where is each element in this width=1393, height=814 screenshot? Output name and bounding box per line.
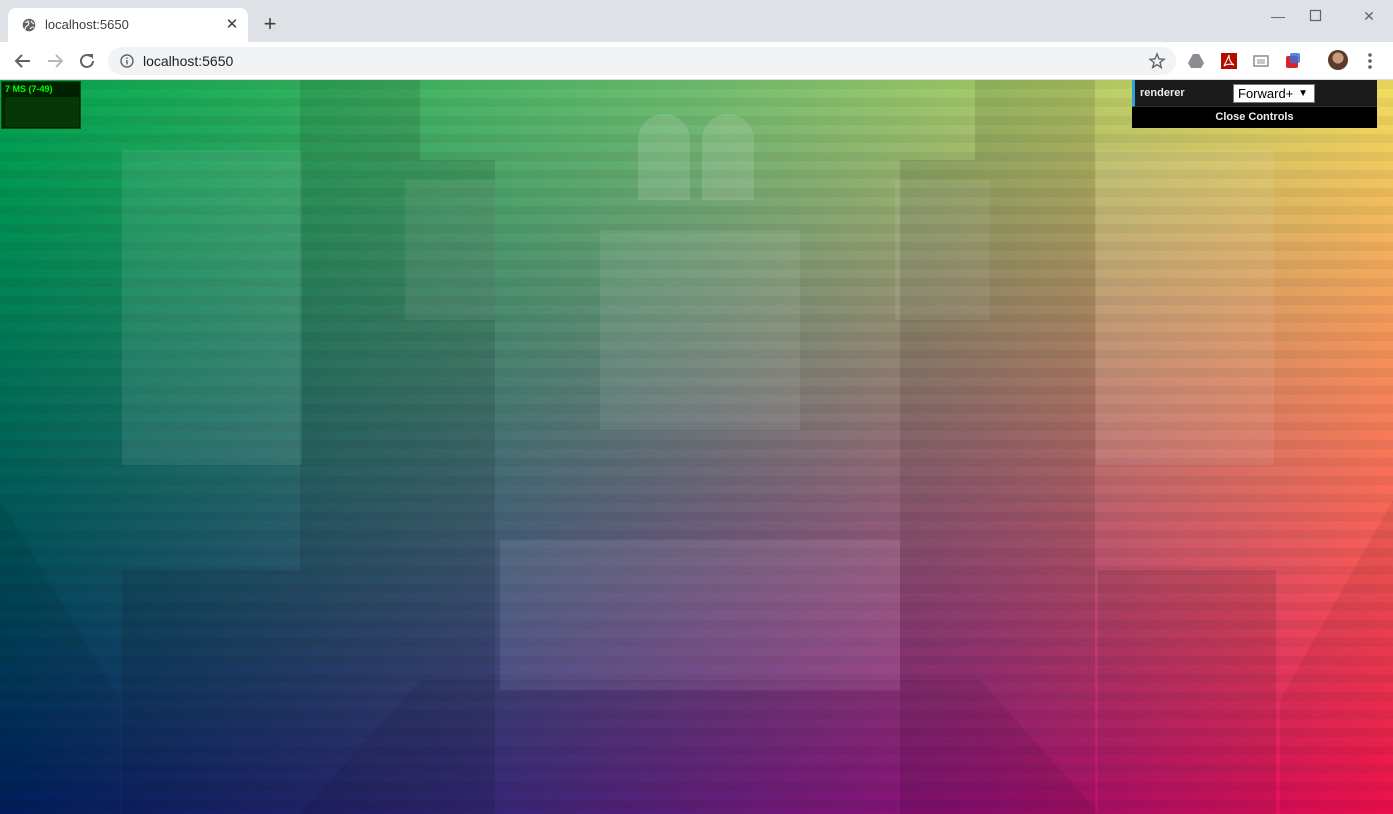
renderer-label: renderer xyxy=(1140,87,1185,99)
page-viewport: 7 MS (7-49) renderer Forward+ ▼ Close Co… xyxy=(0,80,1393,814)
browser-tab[interactable]: localhost:5650 ✕ xyxy=(8,8,248,42)
chevron-down-icon: ▼ xyxy=(1298,88,1308,99)
cast-icon[interactable] xyxy=(1252,52,1270,70)
back-icon[interactable] xyxy=(12,50,34,72)
url-text[interactable]: localhost:5650 xyxy=(143,53,233,70)
browser-chrome: localhost:5650 ✕ + — ✕ localhost:5650 xyxy=(0,0,1393,80)
reload-icon[interactable] xyxy=(76,50,98,72)
info-icon[interactable] xyxy=(120,54,134,68)
globe-icon xyxy=(22,18,36,32)
extension-icon[interactable] xyxy=(1284,52,1302,70)
minimize-icon[interactable]: — xyxy=(1264,6,1292,26)
frame-time-label: 7 MS (7-49) xyxy=(5,84,53,94)
controls-panel: renderer Forward+ ▼ Close Controls xyxy=(1132,80,1377,128)
forward-icon[interactable] xyxy=(44,50,66,72)
address-bar[interactable]: localhost:5650 xyxy=(108,47,1176,75)
more-menu-icon[interactable] xyxy=(1362,51,1378,71)
close-window-icon[interactable]: ✕ xyxy=(1355,6,1383,26)
stats-panel[interactable]: 7 MS (7-49) xyxy=(1,81,81,129)
bookmark-star-icon[interactable] xyxy=(1148,52,1166,70)
drive-icon[interactable] xyxy=(1187,52,1205,70)
pdf-icon[interactable] xyxy=(1220,52,1238,70)
renderer-row: renderer Forward+ ▼ xyxy=(1132,80,1377,107)
renderer-select[interactable]: Forward+ ▼ xyxy=(1233,84,1315,103)
close-tab-icon[interactable]: ✕ xyxy=(224,17,240,33)
renderer-select-value: Forward+ xyxy=(1238,86,1294,101)
browser-toolbar: localhost:5650 xyxy=(0,42,1393,80)
tab-strip: localhost:5650 ✕ + — ✕ xyxy=(0,0,1393,42)
new-tab-icon[interactable]: + xyxy=(259,13,281,36)
render-canvas[interactable] xyxy=(0,80,1393,814)
tab-title: localhost:5650 xyxy=(45,17,129,32)
maximize-icon[interactable] xyxy=(1309,9,1323,23)
profile-avatar[interactable] xyxy=(1328,50,1348,70)
frame-time-graph xyxy=(5,97,79,127)
close-controls-button[interactable]: Close Controls xyxy=(1132,107,1377,128)
